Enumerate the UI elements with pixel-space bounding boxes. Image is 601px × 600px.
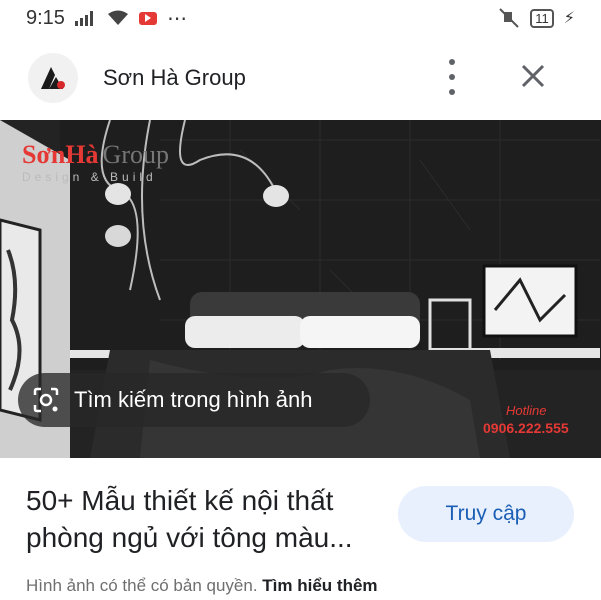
lens-icon bbox=[33, 387, 59, 413]
brand-watermark: SơnHà Group Design & Build bbox=[22, 140, 169, 184]
result-title-line2: phòng ngủ với tông màu... bbox=[26, 522, 353, 553]
site-logo[interactable] bbox=[28, 53, 78, 103]
status-left: 9:15 ⋯ bbox=[26, 6, 187, 31]
clock: 9:15 bbox=[26, 6, 65, 29]
lens-label: Tìm kiếm trong hình ảnh bbox=[74, 387, 313, 412]
hotline-label: Hotline bbox=[506, 403, 547, 418]
result-title-line1: 50+ Mẫu thiết kế nội thất bbox=[26, 485, 334, 516]
status-bar: 9:15 ⋯ 11 ⚡ bbox=[0, 0, 601, 36]
brand-suffix: Group bbox=[102, 140, 169, 169]
site-name: Sơn Hà Group bbox=[103, 65, 246, 90]
status-right: 11 ⚡ bbox=[498, 8, 575, 28]
result-title[interactable]: 50+ Mẫu thiết kế nội thất phòng ngủ với … bbox=[26, 482, 386, 556]
brand-text: SơnHà bbox=[22, 140, 99, 169]
more-options-icon[interactable] bbox=[440, 59, 464, 95]
signal-icon bbox=[74, 11, 93, 26]
visit-button[interactable]: Truy cập bbox=[398, 486, 574, 542]
son-ha-logo-icon bbox=[41, 67, 65, 89]
youtube-icon bbox=[138, 11, 157, 25]
copyright-text: Hình ảnh có thể có bản quyền. bbox=[26, 576, 258, 595]
more-notifications-icon: ⋯ bbox=[166, 7, 187, 30]
learn-more-link[interactable]: Tìm hiểu thêm bbox=[262, 576, 377, 595]
hotline-number: 0906.222.555 bbox=[483, 420, 569, 436]
wifi-icon bbox=[107, 10, 128, 25]
close-icon[interactable] bbox=[518, 61, 548, 91]
search-in-image-chip[interactable]: Tìm kiếm trong hình ảnh bbox=[18, 373, 370, 427]
mute-icon bbox=[499, 8, 519, 28]
copyright-notice: Hình ảnh có thể có bản quyền. Tìm hiểu t… bbox=[26, 576, 378, 596]
battery-icon: 11 bbox=[530, 8, 554, 28]
page-header: Sơn Hà Group bbox=[0, 45, 601, 109]
brand-tagline: Design & Build bbox=[22, 170, 157, 184]
charging-icon: ⚡ bbox=[563, 10, 575, 27]
